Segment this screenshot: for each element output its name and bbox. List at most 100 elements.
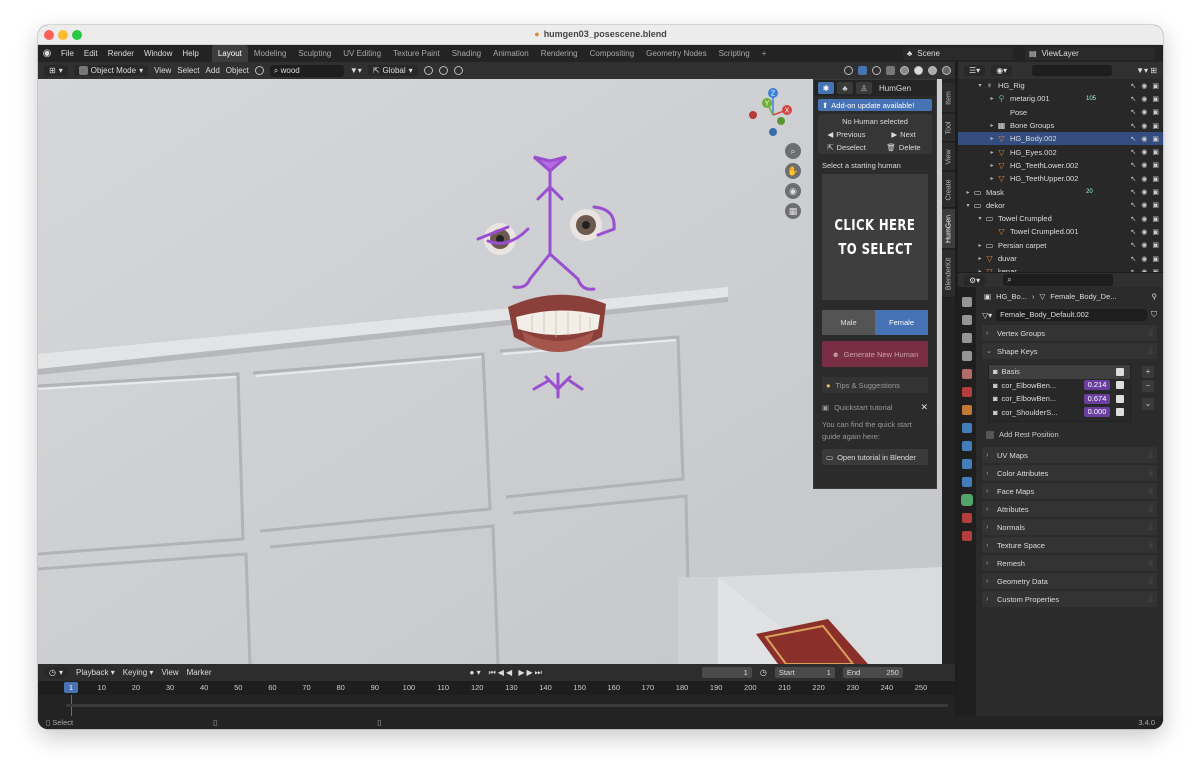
gizmo-toggle-icon[interactable] xyxy=(858,66,867,75)
remove-shape-key-icon[interactable]: − xyxy=(1142,380,1154,392)
workspace-tab-uv-editing[interactable]: UV Editing xyxy=(337,45,387,62)
camera-icon[interactable]: ▣ xyxy=(1152,175,1159,183)
eye-icon[interactable]: ◉ xyxy=(1141,201,1147,209)
camera-icon[interactable]: ▣ xyxy=(1152,215,1159,223)
drag-handle-icon[interactable]: ⁞⁞ xyxy=(1149,451,1157,460)
shading-rendered-icon[interactable] xyxy=(942,66,951,75)
expand-arrow-icon[interactable]: ▾ xyxy=(976,215,984,222)
delete-button[interactable]: 🗑 Delete xyxy=(875,141,932,154)
viewport-search-input[interactable]: ⌕ wood xyxy=(269,64,344,77)
fake-user-shield-icon[interactable]: ⛉ xyxy=(1151,310,1157,320)
row-visibility-controls[interactable]: ↖ ◉ ▣ xyxy=(1130,108,1159,116)
timeline-ruler[interactable]: 1 10 20 30 40 50 60 70 80 90 100 110 120 130 140 150 16… xyxy=(38,681,955,695)
display-mode-dropdown[interactable]: ◉▾ xyxy=(991,65,1013,76)
select-arrow-icon[interactable]: ↖ xyxy=(1130,161,1136,169)
outliner-row[interactable]: Pose ↖ ◉ ▣ xyxy=(958,106,1163,119)
tab-blenderkit[interactable]: BlenderKit xyxy=(942,250,955,298)
stopwatch-icon[interactable]: ◷ xyxy=(760,668,767,677)
select-arrow-icon[interactable]: ↖ xyxy=(1130,201,1136,209)
panel-shape-keys[interactable]: ⌄ Shape Keys ⁞⁞ xyxy=(982,343,1157,359)
playhead-frame[interactable]: 1 xyxy=(64,682,78,693)
generate-human-button[interactable]: ☻ Generate New Human xyxy=(822,341,928,367)
camera-icon[interactable]: ▣ xyxy=(1152,95,1159,103)
outliner-search-input[interactable] xyxy=(1032,65,1113,76)
tips-button[interactable]: ● Tips & Suggestions xyxy=(822,377,928,393)
shading-material-icon[interactable] xyxy=(928,66,937,75)
close-icon[interactable]: ✕ xyxy=(920,402,928,413)
tool-tab-icon[interactable] xyxy=(962,297,972,307)
expand-arrow-icon[interactable]: ▾ xyxy=(964,202,972,209)
panel-face-maps[interactable]: › Face Maps ⁞⁞ xyxy=(982,483,1157,499)
workspace-tab-texture-paint[interactable]: Texture Paint xyxy=(387,45,446,62)
outliner-row[interactable]: ▽ Towel Crumpled.001 ↖ ◉ ▣ xyxy=(958,225,1163,238)
current-frame-field[interactable]: 1 xyxy=(701,667,752,678)
camera-icon[interactable]: ▣ xyxy=(1152,82,1159,90)
drag-handle-icon[interactable]: ⁞⁞ xyxy=(1149,541,1157,550)
drag-handle-icon[interactable]: ⁞⁞ xyxy=(1149,505,1157,514)
row-visibility-controls[interactable]: ↖ ◉ ▣ xyxy=(1130,122,1159,130)
camera-icon[interactable]: ▣ xyxy=(1152,148,1159,156)
timeline[interactable]: ◷ ▾ Playback ▾ Keying ▾ View Marker ● ▾ ⏮… xyxy=(38,664,955,716)
select-arrow-icon[interactable]: ↖ xyxy=(1130,82,1136,90)
eye-icon[interactable]: ◉ xyxy=(1141,122,1147,130)
editor-type-dropdown[interactable]: ⊞ ▾ xyxy=(44,65,68,76)
camera-icon[interactable]: ▣ xyxy=(1152,108,1159,116)
breadcrumb-object[interactable]: HG_Bo... xyxy=(996,292,1027,301)
camera-icon[interactable]: ▣ xyxy=(1152,161,1159,169)
outliner-row[interactable]: ▸ ▭ Mask 20 ↖ ◉ ▣ xyxy=(958,185,1163,198)
select-arrow-icon[interactable]: ↖ xyxy=(1130,148,1136,156)
camera-icon[interactable]: ▣ xyxy=(1152,255,1159,263)
select-arrow-icon[interactable]: ↖ xyxy=(1130,188,1136,196)
workspace-tab-geometry-nodes[interactable]: Geometry Nodes xyxy=(640,45,712,62)
drag-handle-icon[interactable]: ⁞⁞ xyxy=(1149,329,1157,338)
blender-logo-icon[interactable]: ◉ xyxy=(38,45,56,62)
add-rest-checkbox[interactable] xyxy=(986,430,994,439)
outliner-row[interactable]: ▸ ⚲ metarig.001 105 ↖ ◉ ▣ xyxy=(958,92,1163,105)
eye-icon[interactable]: ◉ xyxy=(1141,148,1147,156)
marker-menu[interactable]: Marker xyxy=(187,668,212,677)
shading-solid-icon[interactable] xyxy=(914,66,923,75)
row-visibility-controls[interactable]: ↖ ◉ ▣ xyxy=(1130,82,1159,90)
expand-arrow-icon[interactable]: ▸ xyxy=(988,162,996,169)
modifier-tab-icon[interactable] xyxy=(962,423,972,433)
camera-icon[interactable]: ▣ xyxy=(1152,188,1159,196)
proportional-editing-icon[interactable] xyxy=(453,66,463,75)
shape-key-row[interactable]: ◙ cor_ShoulderS... 0.000 xyxy=(989,406,1130,420)
panel-attributes[interactable]: › Attributes ⁞⁞ xyxy=(982,501,1157,517)
panel-custom-properties[interactable]: › Custom Properties ⁞⁞ xyxy=(982,591,1157,607)
eye-icon[interactable]: ◉ xyxy=(1141,161,1147,169)
funnel-icon[interactable]: ▼▾ xyxy=(350,66,362,75)
shape-key-value[interactable]: 0.674 xyxy=(1084,393,1110,404)
3d-viewport[interactable]: Z Y X ⌕ ✋ ◉ ▦ xyxy=(38,79,942,664)
breadcrumb-data[interactable]: Female_Body_De... xyxy=(1050,292,1116,301)
particles-tab-icon[interactable] xyxy=(962,441,972,451)
pivot-icon[interactable] xyxy=(423,66,433,75)
shape-key-list[interactable]: ◙ Basis ◙ cor_ElbowBen... 0.214 ◙ cor_ElbowBen… xyxy=(988,364,1131,422)
data-tab-icon[interactable] xyxy=(961,494,973,506)
zoom-icon[interactable]: ⌕ xyxy=(785,143,801,159)
menu-edit[interactable]: Edit xyxy=(79,45,103,62)
select-menu[interactable]: Select xyxy=(177,66,199,75)
camera-icon[interactable]: ▣ xyxy=(1152,122,1159,130)
view-layer-tab-icon[interactable] xyxy=(962,351,972,361)
add-menu[interactable]: Add xyxy=(206,66,220,75)
add-shape-key-icon[interactable]: + xyxy=(1142,366,1154,378)
outliner-row[interactable]: ▾ ♆ HG_Rig ↖ ◉ ▣ xyxy=(958,79,1163,92)
row-visibility-controls[interactable]: ↖ ◉ ▣ xyxy=(1130,241,1159,249)
drag-handle-icon[interactable]: ⁞⁞ xyxy=(1149,559,1157,568)
eye-icon[interactable]: ◉ xyxy=(1141,228,1147,236)
camera-icon[interactable]: ▣ xyxy=(1152,201,1159,209)
outliner-row[interactable]: ▸▽ kenar ↖ ◉ ▣ xyxy=(958,265,1163,272)
eye-icon[interactable]: ◉ xyxy=(1141,95,1147,103)
playback-controls[interactable]: ⏮◀◀ ▶▶⏭ xyxy=(489,668,544,678)
select-arrow-icon[interactable]: ↖ xyxy=(1130,241,1136,249)
xray-icon[interactable] xyxy=(886,66,895,75)
expand-arrow-icon[interactable]: ▸ xyxy=(988,175,996,182)
male-button[interactable]: Male xyxy=(822,310,875,335)
open-tutorial-button[interactable]: ▭ Open tutorial in Blender xyxy=(822,449,928,465)
properties-editor-type[interactable]: ⚙▾ xyxy=(964,274,986,286)
end-frame-field[interactable]: End 250 xyxy=(842,667,903,678)
workspace-tab-scripting[interactable]: Scripting xyxy=(713,45,756,62)
camera-icon[interactable]: ▣ xyxy=(1152,268,1159,272)
visibility-icon[interactable] xyxy=(844,66,853,75)
